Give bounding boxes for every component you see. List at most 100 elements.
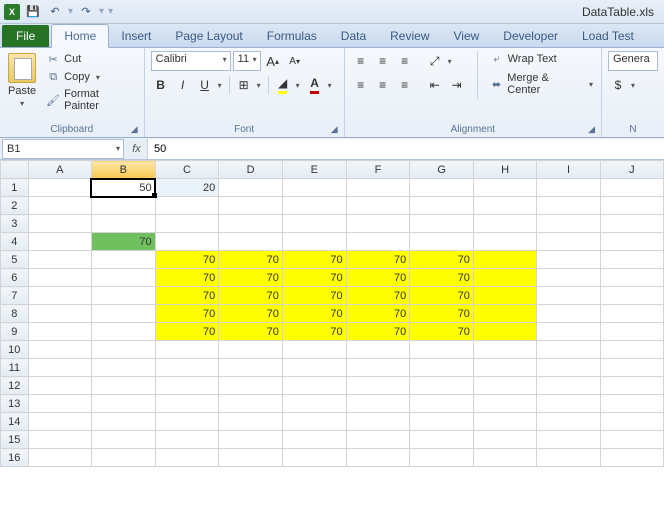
cell-H5[interactable]	[473, 251, 536, 269]
cell-D13[interactable]	[219, 395, 283, 413]
cell-H1[interactable]	[473, 179, 536, 197]
cell-B15[interactable]	[91, 431, 155, 449]
border-dropdown-icon[interactable]: ▾	[254, 75, 264, 95]
col-header-E[interactable]: E	[282, 161, 346, 179]
cell-F13[interactable]	[346, 395, 410, 413]
paste-button[interactable]: Paste ▾	[6, 51, 38, 110]
cell-D6[interactable]: 70	[219, 269, 283, 287]
undo-button[interactable]: ↶	[46, 3, 64, 21]
cell-B13[interactable]	[91, 395, 155, 413]
cell-E4[interactable]	[282, 233, 346, 251]
cell-H10[interactable]	[473, 341, 536, 359]
cell-J1[interactable]	[600, 179, 663, 197]
cell-J6[interactable]	[600, 269, 663, 287]
currency-button[interactable]: $	[608, 75, 628, 95]
name-box[interactable]: B1▾	[2, 139, 124, 159]
cell-D1[interactable]	[219, 179, 283, 197]
cell-A13[interactable]	[28, 395, 91, 413]
cell-D9[interactable]: 70	[219, 323, 283, 341]
cell-F15[interactable]	[346, 431, 410, 449]
cell-B16[interactable]	[91, 449, 155, 467]
cell-I5[interactable]	[537, 251, 600, 269]
align-middle-button[interactable]: ≡	[373, 51, 393, 71]
cell-H2[interactable]	[473, 197, 536, 215]
row-header-5[interactable]: 5	[1, 251, 29, 269]
cell-B2[interactable]	[91, 197, 155, 215]
cell-H16[interactable]	[473, 449, 536, 467]
redo-button[interactable]: ↷	[77, 3, 95, 21]
cell-C14[interactable]	[155, 413, 219, 431]
cell-B10[interactable]	[91, 341, 155, 359]
cell-B1[interactable]: 50	[91, 179, 155, 197]
cell-C3[interactable]	[155, 215, 219, 233]
cell-D7[interactable]: 70	[219, 287, 283, 305]
cut-button[interactable]: ✂Cut	[44, 51, 138, 67]
number-format-combo[interactable]: Genera	[608, 51, 658, 71]
cell-A12[interactable]	[28, 377, 91, 395]
cell-A5[interactable]	[28, 251, 91, 269]
cell-I2[interactable]	[537, 197, 600, 215]
cell-D3[interactable]	[219, 215, 283, 233]
alignment-launcher-icon[interactable]: ◢	[588, 124, 595, 135]
cell-D16[interactable]	[219, 449, 283, 467]
cell-G13[interactable]	[410, 395, 474, 413]
cell-C12[interactable]	[155, 377, 219, 395]
paste-dropdown-icon[interactable]: ▾	[20, 99, 24, 108]
cell-F5[interactable]: 70	[346, 251, 410, 269]
row-header-3[interactable]: 3	[1, 215, 29, 233]
save-button[interactable]: 💾	[24, 3, 42, 21]
cell-J12[interactable]	[600, 377, 663, 395]
cell-E8[interactable]: 70	[282, 305, 346, 323]
cell-C1[interactable]: 20	[155, 179, 219, 197]
cell-B12[interactable]	[91, 377, 155, 395]
shrink-font-button[interactable]: A▾	[285, 51, 305, 71]
cell-A6[interactable]	[28, 269, 91, 287]
tab-load-test[interactable]: Load Test	[570, 25, 646, 47]
cell-E1[interactable]	[282, 179, 346, 197]
cell-F11[interactable]	[346, 359, 410, 377]
cell-C9[interactable]: 70	[155, 323, 219, 341]
cell-E5[interactable]: 70	[282, 251, 346, 269]
font-color-dropdown-icon[interactable]: ▾	[325, 75, 335, 95]
cell-G10[interactable]	[410, 341, 474, 359]
cell-A2[interactable]	[28, 197, 91, 215]
tab-developer[interactable]: Developer	[491, 25, 570, 47]
cell-I11[interactable]	[537, 359, 600, 377]
orientation-button[interactable]: ⤢	[425, 51, 445, 71]
align-top-button[interactable]: ≡	[351, 51, 371, 71]
cell-I10[interactable]	[537, 341, 600, 359]
cell-H7[interactable]	[473, 287, 536, 305]
cell-E3[interactable]	[282, 215, 346, 233]
cell-A1[interactable]	[28, 179, 91, 197]
currency-dropdown-icon[interactable]: ▾	[628, 75, 638, 95]
align-right-button[interactable]: ≡	[395, 75, 415, 95]
cell-D14[interactable]	[219, 413, 283, 431]
row-header-9[interactable]: 9	[1, 323, 29, 341]
cell-D8[interactable]: 70	[219, 305, 283, 323]
cell-C2[interactable]	[155, 197, 219, 215]
cell-G3[interactable]	[410, 215, 474, 233]
cell-J5[interactable]	[600, 251, 663, 269]
cell-G14[interactable]	[410, 413, 474, 431]
cell-C10[interactable]	[155, 341, 219, 359]
merge-dropdown-icon[interactable]: ▾	[589, 80, 593, 89]
undo-dropdown-icon[interactable]: ▾	[68, 6, 73, 17]
cell-F10[interactable]	[346, 341, 410, 359]
row-header-11[interactable]: 11	[1, 359, 29, 377]
cell-F8[interactable]: 70	[346, 305, 410, 323]
cell-F7[interactable]: 70	[346, 287, 410, 305]
cell-I4[interactable]	[537, 233, 600, 251]
cell-A7[interactable]	[28, 287, 91, 305]
cell-F2[interactable]	[346, 197, 410, 215]
col-header-A[interactable]: A	[28, 161, 91, 179]
cell-F14[interactable]	[346, 413, 410, 431]
cell-E15[interactable]	[282, 431, 346, 449]
cell-I16[interactable]	[537, 449, 600, 467]
underline-dropdown-icon[interactable]: ▾	[215, 75, 225, 95]
cell-C7[interactable]: 70	[155, 287, 219, 305]
cell-B8[interactable]	[91, 305, 155, 323]
cell-J11[interactable]	[600, 359, 663, 377]
cell-G11[interactable]	[410, 359, 474, 377]
row-header-14[interactable]: 14	[1, 413, 29, 431]
worksheet-grid[interactable]: ABCDEFGHIJ150202347057070707070670707070…	[0, 160, 664, 467]
